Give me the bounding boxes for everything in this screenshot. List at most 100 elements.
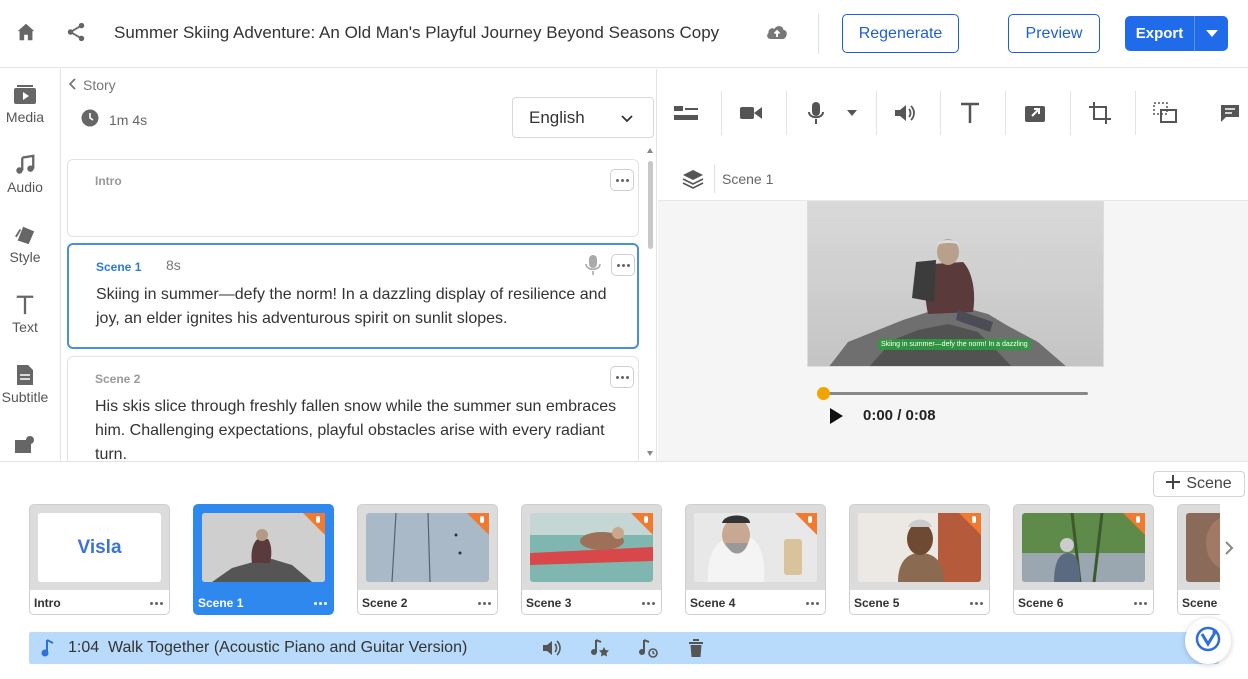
thumb-footer: Scene 6 [1014, 590, 1153, 614]
cloud-upload-icon[interactable] [765, 20, 789, 44]
more-options-icon[interactable] [610, 169, 634, 191]
rail-item-audio[interactable]: Audio [0, 153, 50, 195]
home-icon[interactable] [14, 20, 38, 44]
add-scene-button[interactable]: Scene [1153, 471, 1245, 497]
rail-item-label: Subtitle [1, 389, 49, 405]
volume-icon[interactable] [542, 638, 562, 658]
rail-item-media[interactable]: Media [0, 83, 50, 125]
more-options-icon[interactable] [642, 601, 655, 605]
voiceover-badge-icon [1123, 513, 1145, 535]
crop-icon[interactable] [1088, 101, 1112, 125]
more-options-icon[interactable] [314, 601, 327, 605]
thumb-footer: Scene 3 [522, 590, 661, 614]
subtitle-overlay[interactable]: Skiing in summer—defy the norm! In a daz… [878, 339, 1031, 350]
scroll-right-icon[interactable] [1224, 540, 1234, 561]
rail-item-style[interactable]: Style [0, 223, 50, 265]
trash-icon[interactable] [686, 638, 706, 658]
rail-item-image[interactable] [0, 433, 50, 457]
thumb-footer: Scene 2 [358, 590, 497, 614]
music-track-bar[interactable]: 1:04 Walk Together (Acoustic Piano and G… [29, 632, 1219, 664]
story-card-scene-2[interactable]: Scene 2 His skis slice through freshly f… [67, 356, 639, 461]
story-panel: Story 1m 4s English Intro Scene 1 8s Ski… [60, 69, 657, 461]
voiceover-badge-icon [303, 513, 325, 535]
scrollbar-thumb[interactable] [648, 161, 653, 249]
thumb-label: Scene 5 [854, 596, 900, 610]
story-card-intro[interactable]: Intro [67, 159, 639, 237]
visla-logo: Visla [77, 536, 122, 558]
layout-icon[interactable] [674, 101, 698, 125]
video-preview[interactable]: Skiing in summer—defy the norm! In a daz… [807, 201, 1104, 367]
thumb-footer: Scene 5 [850, 590, 989, 614]
share-icon[interactable] [64, 20, 88, 44]
thumb-footer: Intro [30, 590, 169, 614]
rail-item-label: Media [5, 109, 45, 125]
story-card-scene-1[interactable]: Scene 1 8s Skiing in summer—defy the nor… [67, 243, 639, 349]
thumb-image: Visla [38, 513, 161, 582]
microphone-icon[interactable] [804, 101, 828, 125]
language-value: English [529, 107, 585, 127]
more-options-icon[interactable] [610, 366, 634, 388]
scene-thumb-2[interactable]: Scene 2 [357, 504, 498, 615]
replace-music-icon[interactable] [638, 638, 658, 658]
more-options-icon[interactable] [806, 601, 819, 605]
more-options-icon[interactable] [478, 601, 491, 605]
microphone-icon[interactable] [584, 254, 602, 281]
replace-media-icon[interactable] [1023, 101, 1047, 125]
comment-icon[interactable] [1218, 101, 1242, 125]
project-title[interactable]: Summer Skiing Adventure: An Old Man's Pl… [114, 23, 719, 43]
thumb-label: Scene [1182, 596, 1218, 610]
layers-icon[interactable] [682, 168, 704, 195]
thumb-footer: Scene 1 [194, 590, 333, 614]
rail-item-subtitle[interactable]: Subtitle [0, 363, 50, 405]
playback-progress-track[interactable] [822, 392, 1088, 395]
text-icon[interactable] [958, 101, 982, 125]
thumb-label: Intro [34, 596, 61, 610]
media-icon [0, 83, 50, 107]
thumb-footer: Scene [1178, 590, 1220, 614]
voiceover-badge-icon [631, 513, 653, 535]
video-camera-icon[interactable] [739, 101, 763, 125]
music-note-icon [41, 639, 55, 662]
chevron-down-icon[interactable] [1195, 29, 1228, 39]
language-select[interactable]: English [512, 97, 654, 138]
current-scene-label: Scene 1 [722, 171, 774, 187]
music-note-icon [0, 153, 50, 177]
more-options-icon[interactable] [611, 254, 635, 276]
resize-icon[interactable] [1153, 101, 1177, 125]
volume-icon[interactable] [893, 101, 917, 125]
regenerate-button[interactable]: Regenerate [842, 14, 959, 53]
rail-item-label: Audio [7, 179, 43, 195]
more-options-icon[interactable] [1134, 601, 1147, 605]
card-script-text[interactable]: His skis slice through freshly fallen sn… [95, 395, 620, 461]
scene-thumb-3[interactable]: Scene 3 [521, 504, 662, 615]
editor-panel: Scene 1 Skiing in summer—defy the norm! … [658, 69, 1248, 461]
thumb-label: Scene 4 [690, 596, 736, 610]
card-script-text[interactable]: Skiing in summer—defy the norm! In a daz… [96, 283, 621, 331]
scene-thumb-6[interactable]: Scene 6 [1013, 504, 1154, 615]
playback-scrubber-handle[interactable] [817, 387, 830, 400]
scene-thumb-5[interactable]: Scene 5 [849, 504, 990, 615]
rail-item-label: Text [12, 319, 38, 335]
chevron-down-icon[interactable] [840, 101, 864, 125]
play-icon[interactable] [827, 407, 845, 425]
scene-thumb-7[interactable]: Scene [1177, 504, 1220, 615]
thumb-label: Scene 2 [362, 596, 408, 610]
scene-thumb-intro[interactable]: Visla Intro [29, 504, 170, 615]
export-label[interactable]: Export [1125, 25, 1194, 42]
divider [818, 14, 819, 54]
more-options-icon[interactable] [150, 601, 163, 605]
back-to-story-link[interactable]: Story [68, 77, 116, 93]
more-options-icon[interactable] [970, 601, 983, 605]
scene-thumb-4[interactable]: Scene 4 [685, 504, 826, 615]
music-favorite-icon[interactable] [590, 638, 610, 658]
card-duration: 8s [166, 257, 181, 273]
scene-layer-bar: Scene 1 [658, 157, 1248, 201]
music-length: 1:04 [68, 639, 100, 656]
help-chat-button[interactable] [1185, 618, 1231, 664]
chevron-left-icon [68, 77, 77, 93]
export-button[interactable]: Export [1125, 16, 1228, 51]
scene-thumb-1[interactable]: Scene 1 [193, 504, 334, 615]
editor-toolbar [658, 69, 1248, 157]
rail-item-text[interactable]: Text [0, 293, 50, 335]
preview-button[interactable]: Preview [1008, 14, 1100, 53]
